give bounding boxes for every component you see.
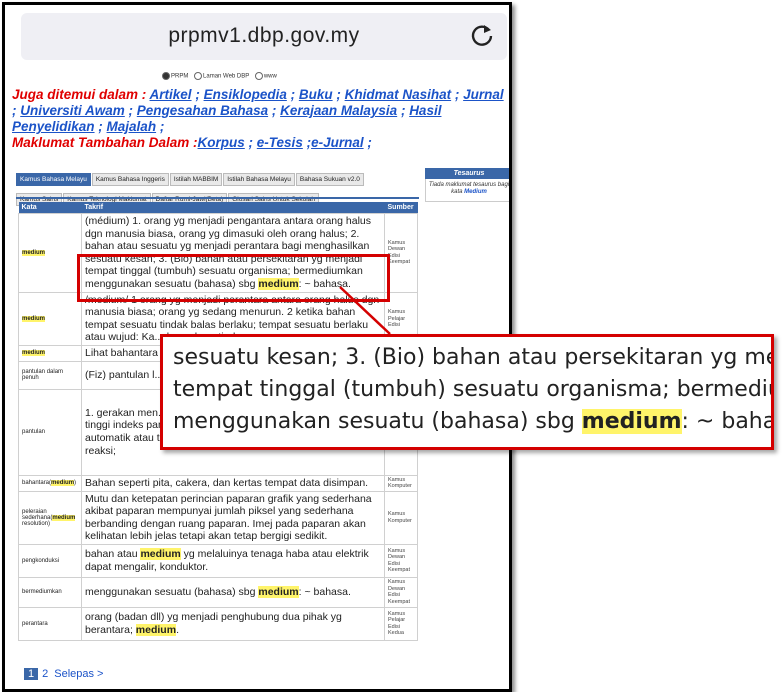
zoom-callout: sesuatu kesan; 3. (Bio) bahan atau perse… — [160, 334, 774, 450]
zoom-line-3: menggunakan sesuatu (bahasa) sbg medium:… — [173, 409, 771, 434]
zoom-line-2: tempat tinggal (tumbuh) sesuatu organism… — [173, 377, 771, 402]
zoom-line-1: sesuatu kesan; 3. (Bio) bahan atau perse… — [173, 345, 774, 370]
